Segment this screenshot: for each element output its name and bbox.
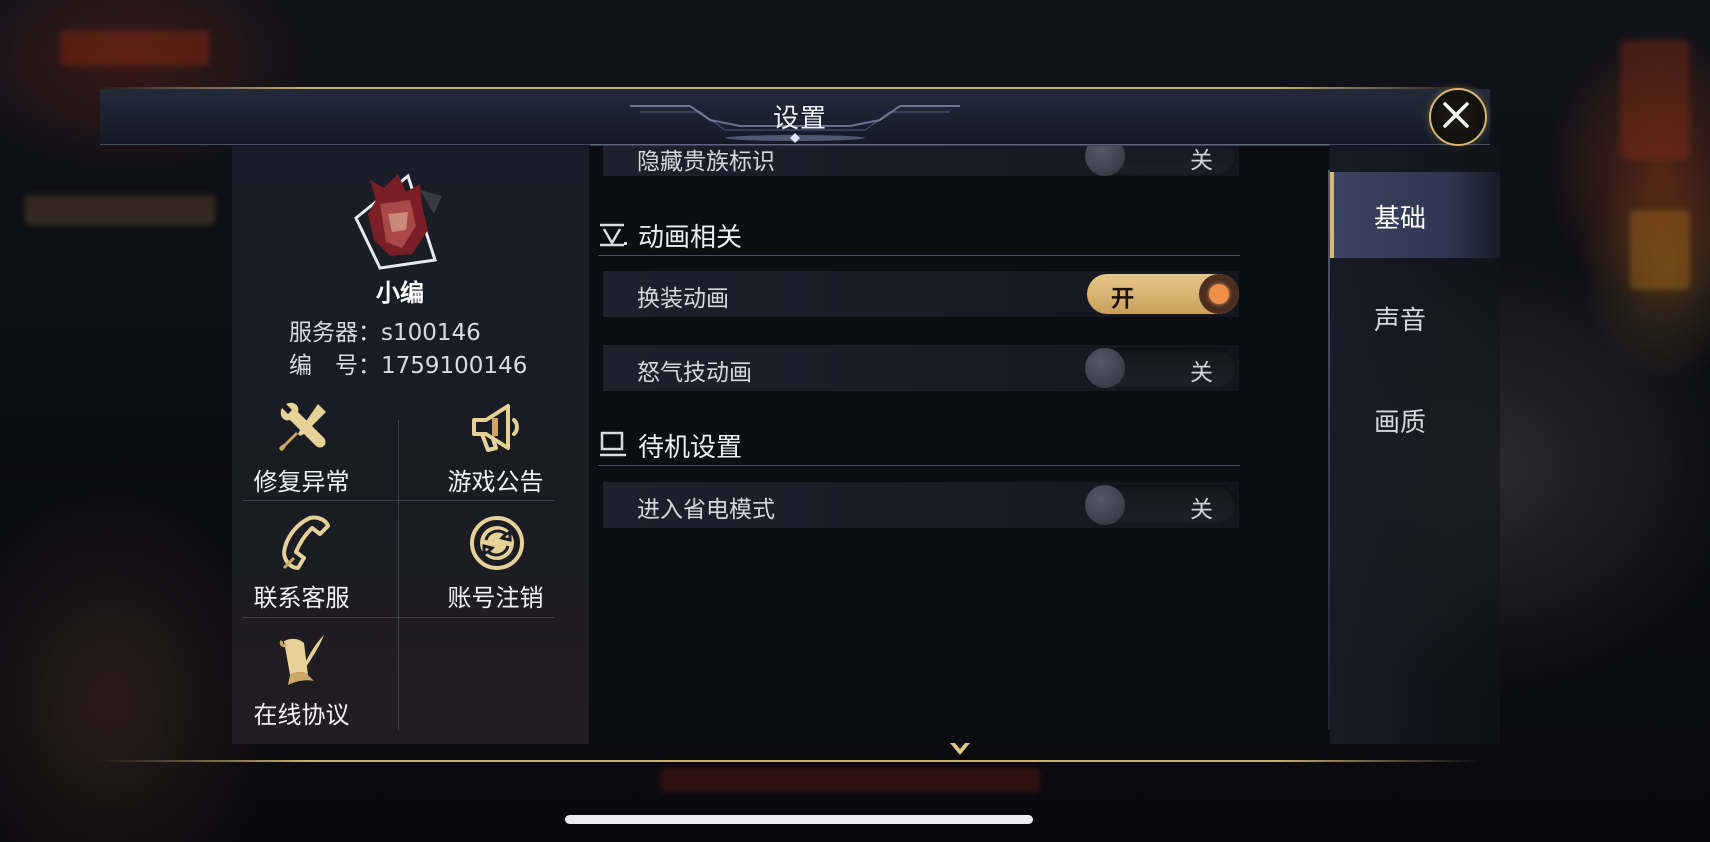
setting-row-rage-skill-animation: 怒气技动画 关 bbox=[603, 345, 1239, 391]
background-hud-element bbox=[1620, 40, 1690, 160]
toggle-knob bbox=[1085, 348, 1125, 388]
section-title: 待机设置 bbox=[638, 433, 743, 463]
setting-label: 隐藏贵族标识 bbox=[637, 149, 775, 175]
setting-row-power-saving: 进入省电模式 关 bbox=[603, 482, 1239, 528]
tab-sound[interactable]: 声音 bbox=[1330, 274, 1500, 360]
toggle-knob bbox=[1199, 274, 1239, 314]
announcement-label: 游戏公告 bbox=[447, 468, 544, 496]
setting-row-outfit-animation: 换装动画 开 bbox=[603, 271, 1239, 317]
section-animation: 动画相关 bbox=[598, 215, 1240, 256]
background-hud-element bbox=[1630, 210, 1690, 290]
outfit-animation-toggle[interactable]: 开 bbox=[1087, 274, 1239, 314]
tab-label: 声音 bbox=[1373, 306, 1426, 336]
rage-skill-animation-toggle[interactable]: 关 bbox=[1085, 348, 1237, 388]
standby-section-icon bbox=[600, 431, 626, 457]
toggle-state: 关 bbox=[1190, 360, 1213, 386]
announcement-button[interactable]: 游戏公告 bbox=[408, 394, 583, 506]
frame-line-bottom bbox=[100, 760, 1480, 762]
section-standby: 待机设置 bbox=[598, 425, 1240, 466]
online-agreement-button[interactable]: 在线协议 bbox=[214, 627, 389, 739]
account-deletion-button[interactable]: 账号注销 bbox=[408, 510, 583, 622]
power-saving-toggle[interactable]: 关 bbox=[1085, 485, 1237, 525]
server-value: s100146 bbox=[381, 320, 481, 346]
tab-basic[interactable]: 基础 bbox=[1330, 172, 1500, 258]
home-indicator[interactable] bbox=[565, 815, 1033, 824]
toggle-state: 关 bbox=[1190, 497, 1213, 523]
avatar[interactable] bbox=[350, 170, 445, 275]
customer-service-button[interactable]: 联系客服 bbox=[214, 510, 389, 622]
close-button[interactable] bbox=[1429, 88, 1487, 146]
setting-label: 换装动画 bbox=[637, 286, 729, 312]
scroll-quill-icon bbox=[279, 635, 324, 685]
background-hud-element bbox=[25, 195, 215, 225]
tab-label: 基础 bbox=[1373, 204, 1426, 234]
repair-label: 修复异常 bbox=[253, 468, 350, 496]
player-name: 小编 bbox=[376, 279, 424, 307]
scroll-down-arrow-icon bbox=[950, 743, 970, 755]
section-title: 动画相关 bbox=[638, 223, 743, 253]
background-hud-element bbox=[60, 30, 210, 66]
repair-button[interactable]: 修复异常 bbox=[214, 394, 389, 506]
wrench-screwdriver-icon bbox=[279, 402, 326, 451]
frame-line-top bbox=[100, 87, 1480, 89]
close-icon bbox=[1443, 102, 1469, 128]
account-deletion-label: 账号注销 bbox=[447, 584, 544, 612]
megaphone-icon bbox=[472, 404, 519, 452]
online-agreement-label: 在线协议 bbox=[253, 701, 350, 729]
player-id-label: 编 号： bbox=[289, 353, 381, 379]
background-hud-element bbox=[660, 768, 1040, 792]
content-top-edge bbox=[590, 144, 1330, 146]
tab-label: 画质 bbox=[1373, 408, 1426, 438]
phone-icon bbox=[282, 515, 330, 570]
account-cancel-icon bbox=[470, 516, 524, 570]
animation-section-icon bbox=[600, 223, 627, 247]
dialog-title: 设置 bbox=[772, 104, 827, 134]
toggle-state: 关 bbox=[1190, 148, 1213, 174]
tab-graphics[interactable]: 画质 bbox=[1330, 376, 1500, 462]
action-grid-divider bbox=[398, 420, 399, 730]
server-info: 服务器：s100146 bbox=[289, 313, 481, 347]
customer-service-label: 联系客服 bbox=[253, 584, 350, 612]
server-label: 服务器： bbox=[289, 320, 381, 346]
setting-label: 进入省电模式 bbox=[637, 497, 775, 523]
toggle-state: 开 bbox=[1111, 286, 1134, 312]
player-id-info: 编 号：1759100146 bbox=[289, 346, 527, 380]
setting-label: 怒气技动画 bbox=[637, 360, 752, 386]
toggle-knob bbox=[1085, 485, 1125, 525]
player-id-value: 1759100146 bbox=[381, 353, 528, 379]
